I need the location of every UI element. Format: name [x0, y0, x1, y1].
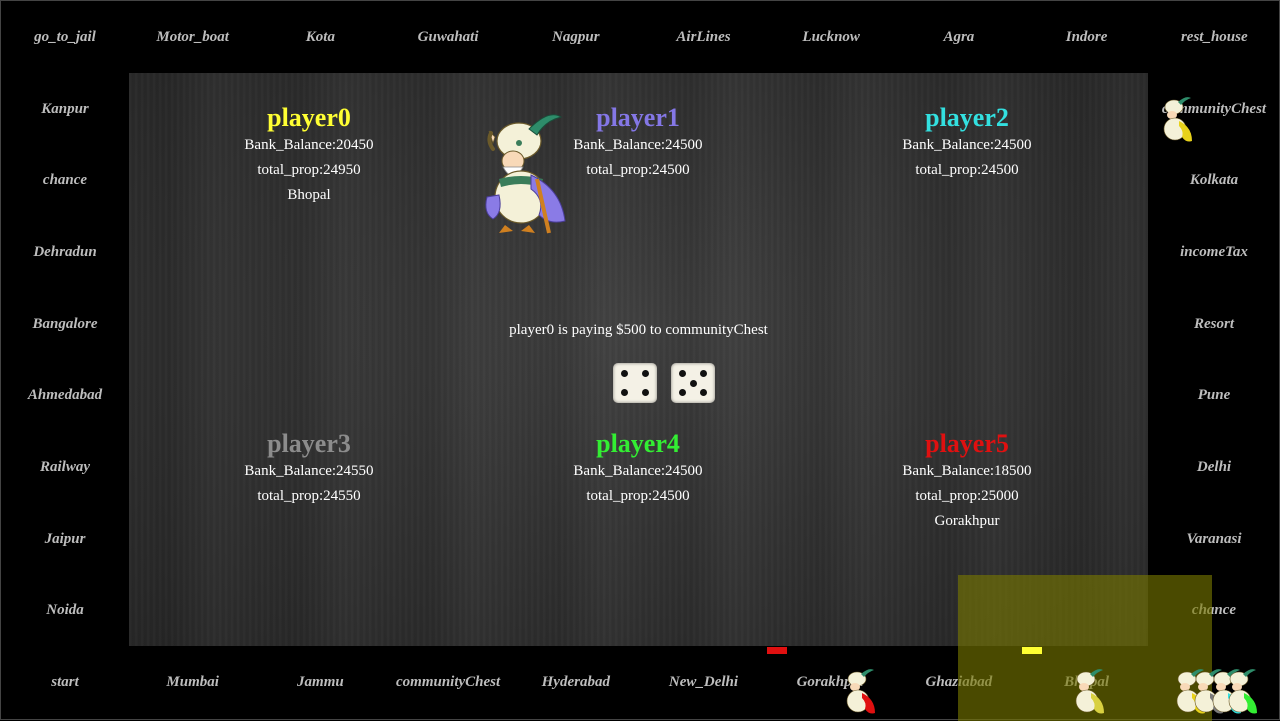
- player4-panel: player4 Bank_Balance:24500 total_prop:24…: [538, 429, 738, 509]
- board-cell[interactable]: Varanasi: [1150, 503, 1278, 575]
- board-cell[interactable]: Motor_boat: [129, 1, 257, 73]
- board-cell[interactable]: Kolkata: [1150, 145, 1278, 217]
- genie-token-icon[interactable]: [1223, 667, 1259, 717]
- board-cell[interactable]: Mumbai: [129, 646, 257, 718]
- player-name: player0: [267, 103, 351, 132]
- board-cell[interactable]: New_Delhi: [640, 646, 768, 718]
- die-right[interactable]: [671, 363, 715, 403]
- board-cell[interactable]: Guwahati: [384, 1, 512, 73]
- die-pip: [621, 370, 629, 378]
- die-pip: [679, 370, 687, 378]
- board-cell[interactable]: Nagpur: [512, 1, 640, 73]
- die-pip: [621, 388, 629, 396]
- board-cell[interactable]: Resort: [1150, 288, 1278, 360]
- die-pip: [641, 370, 649, 378]
- player0-marker: [1022, 647, 1042, 654]
- player3-panel: player3 Bank_Balance:24550 total_prop:24…: [209, 429, 409, 509]
- player-name: player4: [596, 429, 680, 458]
- genie-token-icon[interactable]: [1070, 667, 1106, 717]
- board-cell[interactable]: Dehradun: [1, 216, 129, 288]
- bank-balance: Bank_Balance:18500: [902, 463, 1032, 479]
- die-pip: [641, 388, 649, 396]
- board-cell[interactable]: Ahmedabad: [1, 360, 129, 432]
- die-pip: [689, 379, 697, 387]
- bank-balance: Bank_Balance:24550: [244, 463, 374, 479]
- board-cell[interactable]: incomeTax: [1150, 216, 1278, 288]
- status-message: player0 is paying $500 to communityChest: [509, 322, 768, 338]
- die-pip: [699, 388, 707, 396]
- board-cell[interactable]: go_to_jail: [1, 1, 129, 73]
- board-cell[interactable]: Noida: [1, 575, 129, 647]
- genie-token-icon[interactable]: [841, 667, 877, 717]
- board-cell[interactable]: Bangalore: [1, 288, 129, 360]
- board-cell[interactable]: Lucknow: [767, 1, 895, 73]
- board-cell[interactable]: AirLines: [640, 1, 768, 73]
- player-name: player5: [925, 429, 1009, 458]
- board-cell[interactable]: Jaipur: [1, 503, 129, 575]
- board-cell[interactable]: Delhi: [1150, 432, 1278, 504]
- board-cell[interactable]: rest_house: [1150, 1, 1278, 73]
- player2-panel: player2 Bank_Balance:24500 total_prop:24…: [867, 103, 1067, 183]
- owned-property: Gorakhpur: [934, 513, 1000, 529]
- bank-balance: Bank_Balance:24500: [902, 137, 1032, 153]
- bank-balance: Bank_Balance:20450: [244, 137, 374, 153]
- die-left[interactable]: [613, 363, 657, 403]
- board-cell[interactable]: Pune: [1150, 360, 1278, 432]
- board-cell[interactable]: Kanpur: [1, 73, 129, 145]
- player-name: player2: [925, 103, 1009, 132]
- owned-property: Bhopal: [287, 187, 331, 203]
- total-prop: total_prop:24950: [257, 162, 361, 178]
- board-cell[interactable]: communityChest: [384, 646, 512, 718]
- board-cell[interactable]: chance: [1, 145, 129, 217]
- board-cell[interactable]: Kota: [256, 1, 384, 73]
- player5-marker: [767, 647, 787, 654]
- die-pip: [679, 388, 687, 396]
- board-cell[interactable]: start: [1, 646, 129, 718]
- player5-panel: player5 Bank_Balance:18500 total_prop:25…: [867, 429, 1067, 534]
- board-cell[interactable]: Agra: [895, 1, 1023, 73]
- player-name: player3: [267, 429, 351, 458]
- board-cell[interactable]: Jammu: [256, 646, 384, 718]
- bank-balance: Bank_Balance:24500: [573, 463, 703, 479]
- board-cell[interactable]: Railway: [1, 432, 129, 504]
- total-prop: total_prop:25000: [915, 488, 1019, 504]
- genie-token-icon: [485, 114, 566, 234]
- game-frame: go_to_jail Motor_boat Kota Guwahati Nagpur Ai…: [0, 0, 1280, 721]
- total-prop: total_prop:24550: [257, 488, 361, 504]
- player0-panel: player0 Bank_Balance:20450 total_prop:24…: [209, 103, 409, 208]
- total-prop: total_prop:24500: [915, 162, 1019, 178]
- total-prop: total_prop:24500: [586, 488, 690, 504]
- board-cell[interactable]: Hyderabad: [512, 646, 640, 718]
- board-cell[interactable]: Indore: [1023, 1, 1151, 73]
- die-pip: [699, 370, 707, 378]
- genie-token-icon[interactable]: [1158, 95, 1194, 145]
